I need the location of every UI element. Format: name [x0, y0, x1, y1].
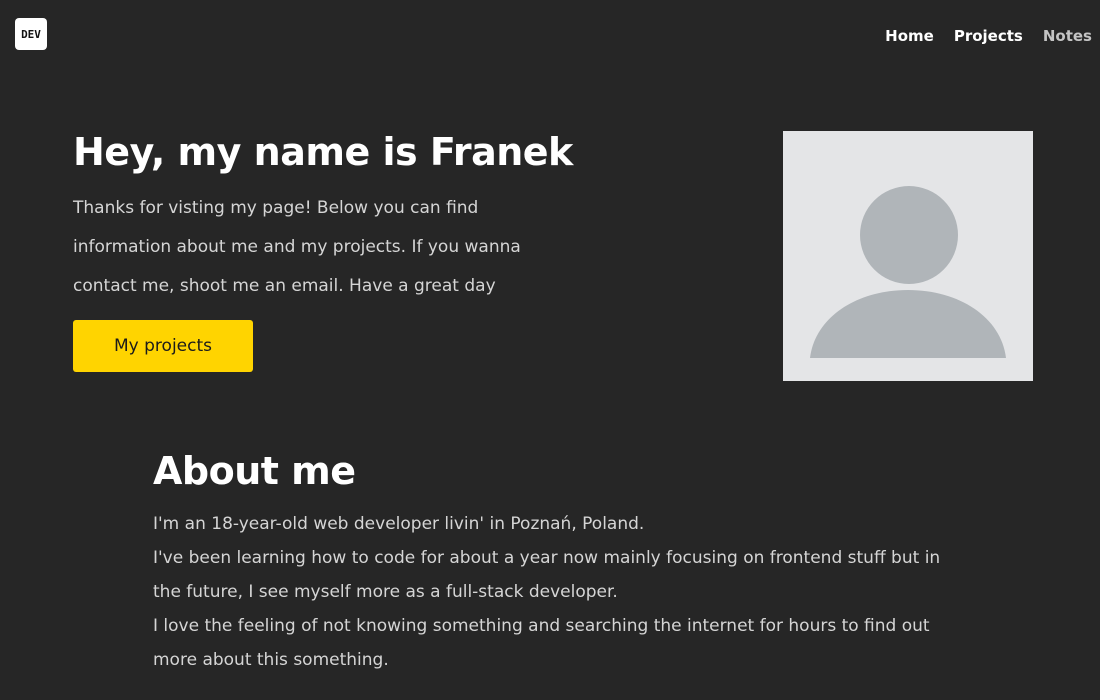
hero-title: Hey, my name is Franek	[73, 130, 573, 174]
nav-home-link[interactable]: Home	[885, 26, 934, 46]
about-paragraph: I've been learning how to code for about…	[153, 548, 941, 602]
user-avatar-placeholder-icon	[810, 186, 1006, 358]
my-projects-button[interactable]: My projects	[73, 320, 253, 372]
about-paragraph: I'm an 18-year-old web developer livin' …	[153, 514, 645, 534]
about-title: About me	[153, 449, 356, 493]
about-paragraph: I love the feeling of not knowing someth…	[153, 616, 930, 670]
logo-text: DEV	[21, 27, 41, 41]
hero-description: Thanks for visting my page! Below you ca…	[73, 198, 521, 296]
page: DEV Home Projects Notes Hey, my name is …	[0, 0, 1100, 700]
avatar	[783, 131, 1033, 381]
nav-projects-link[interactable]: Projects	[954, 26, 1023, 46]
dev-logo[interactable]: DEV	[15, 18, 47, 50]
about-text: I'm an 18-year-old web developer livin' …	[153, 507, 953, 677]
nav-notes-link[interactable]: Notes	[1043, 26, 1092, 46]
main-nav: Home Projects Notes	[885, 26, 1092, 46]
